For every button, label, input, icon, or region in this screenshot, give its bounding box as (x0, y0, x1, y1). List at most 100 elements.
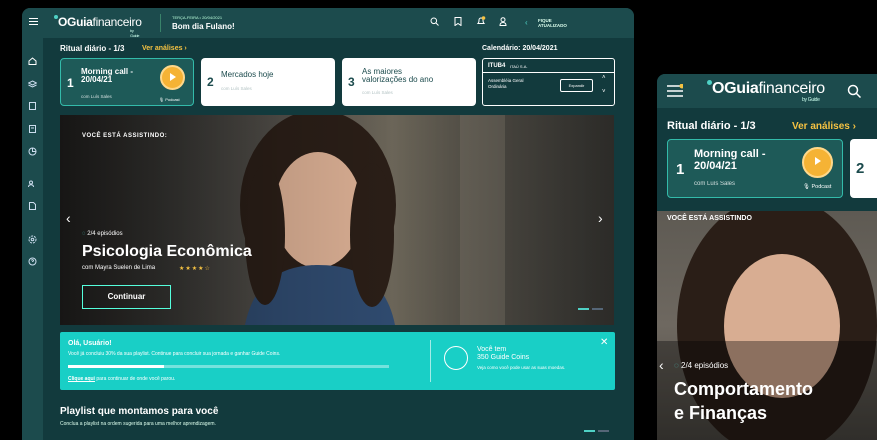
people-icon[interactable] (28, 180, 37, 188)
card-author: com Luís Sales (694, 181, 736, 187)
mobile-ver-analises-link[interactable]: Ver análises › (792, 121, 856, 132)
logo-guia: Guia (67, 15, 93, 29)
card-author: com Luís Sales (221, 86, 252, 91)
card-title: Mercados hoje (221, 70, 274, 79)
playlist-carousel-indicator (584, 430, 609, 432)
menu-icon[interactable] (667, 84, 683, 98)
continue-link[interactable]: Clique aqui para continuar de onde você … (68, 376, 175, 382)
episode-count: ◌ 2/4 episódios (82, 231, 123, 237)
book-icon[interactable] (29, 125, 36, 133)
card-title: As maiores valorizações do ano (362, 67, 434, 85)
logo-guia: Guia (724, 80, 759, 97)
podcast-tag: 🎙 Podcast (803, 184, 831, 190)
progress-fill (68, 365, 165, 368)
playlist-subheading: Conclua a playlist na ordem sugerida par… (60, 421, 216, 427)
podcast-label: Podcast (811, 184, 832, 190)
chevron-left-icon[interactable]: ‹ (659, 357, 664, 373)
help-icon[interactable] (28, 257, 37, 266)
home-icon[interactable] (28, 57, 37, 65)
chevron-down-icon[interactable]: ˅ (602, 89, 606, 95)
promo-divider (430, 340, 431, 382)
card-author: com Luís Sales (362, 90, 393, 95)
coins-line-2: 350 Guide Coins (477, 354, 530, 361)
stock-event-card: ITUB4 ITAÚ S.A. Assembléia Geral Ordinár… (482, 58, 615, 106)
stock-event-line-2: Ordinária (488, 84, 507, 89)
greeting: Bom dia Fulano! (172, 22, 235, 31)
top-bar: OGuiafinanceiro by Guide TERÇA-FEIRA • 2… (22, 8, 634, 38)
fique-atualizado-button[interactable]: FIQUE ATUALIZADO (538, 18, 567, 28)
header-date: TERÇA-FEIRA • 20/04/2021 (172, 15, 223, 20)
mobile-ritual-card-2[interactable]: 2 (850, 139, 877, 198)
coins-count: Você tem 350 Guide Coins (477, 346, 529, 362)
close-icon[interactable]: ✕ (600, 337, 608, 348)
chevron-left-icon[interactable]: ‹ (66, 210, 71, 226)
card-title-line-2: 20/04/21 (81, 75, 113, 85)
ritual-title: Ritual diário - 1/3 (60, 44, 125, 53)
carousel-indicator (578, 308, 603, 310)
podcast-label: Podcast (165, 97, 180, 102)
menu-icon[interactable] (29, 17, 38, 26)
mobile-hero-video[interactable]: VOCÊ ESTÁ ASSISTINDO ‹ ◌ 2/4 episódios C… (657, 211, 877, 440)
card-number: 2 (856, 160, 865, 177)
user-icon[interactable] (499, 17, 507, 26)
card-title: Morning call - 20/04/21 (81, 67, 133, 85)
coins-text: Veja como você pode usar as suas moedas. (477, 365, 566, 370)
clique-aqui-link[interactable]: Clique aqui (68, 376, 95, 382)
card-number: 2 (207, 75, 214, 89)
progress-ring-icon: ◌ (674, 361, 679, 370)
bookmark-icon[interactable] (454, 17, 462, 26)
chevron-left-icon[interactable]: ‹ (525, 18, 528, 27)
card-title-line-2: valorizações do ano (362, 75, 434, 85)
search-icon[interactable] (430, 17, 439, 26)
playlist-progress-banner: Olá, Usuário! Você já concluiu 30% da su… (60, 332, 615, 390)
mobile-top-bar: OGuiafinanceiro by Guide (657, 74, 877, 108)
video-title: Comportamento e Finanças (674, 377, 813, 425)
stock-company: ITAÚ S.A. (510, 64, 528, 69)
layers-icon[interactable] (28, 80, 37, 88)
file-icon[interactable] (29, 202, 36, 210)
chevron-right-icon[interactable]: › (598, 210, 603, 226)
logo[interactable]: OGuiafinanceiro by Guide (54, 15, 142, 38)
card-number: 1 (676, 161, 685, 178)
card-number: 1 (67, 76, 74, 90)
video-title-line-2: e Finanças (674, 403, 768, 423)
ver-analises-link[interactable]: Ver análises › (142, 45, 187, 52)
chart-pie-icon[interactable] (28, 147, 37, 156)
microphone-icon: 🎙 (159, 97, 165, 102)
watching-label: VOCÊ ESTÁ ASSISTINDO: (82, 133, 168, 139)
logo-financeiro: financeiro (92, 15, 142, 29)
play-button[interactable] (802, 147, 833, 178)
mobile-logo[interactable]: OGuiafinanceiro by Guide (707, 80, 825, 103)
continuar-button[interactable]: Continuar (82, 285, 171, 309)
coins-line-1: Você tem (477, 346, 507, 353)
expandir-button[interactable]: Expandir (560, 79, 593, 92)
hero-video-player[interactable]: VOCÊ ESTÁ ASSISTINDO: ◌ 2/4 episódios Ps… (60, 115, 614, 325)
video-title: Psicologia Econômica (82, 243, 252, 260)
video-author: com Mayra Suelen de Lima (82, 265, 156, 271)
notification-bell-icon[interactable] (476, 16, 486, 26)
logo-by: by Guide (130, 28, 140, 38)
playlist-progress-bar (68, 365, 389, 368)
card-title-line-1: Morning call - (694, 148, 766, 160)
coin-icon (444, 346, 468, 370)
watching-label: VOCÊ ESTÁ ASSISTINDO (667, 215, 752, 222)
ritual-card-1[interactable]: 1 Morning call - 20/04/21 com Luís Sales… (60, 58, 194, 106)
ritual-card-2[interactable]: 2 Mercados hoje com Luís Sales (201, 58, 335, 106)
stock-event: Assembléia Geral Ordinária (488, 78, 524, 90)
sidebar (22, 38, 43, 440)
mobile-ritual-title: Ritual diário - 1/3 (667, 120, 756, 132)
logo-o: O (58, 15, 68, 29)
play-button[interactable] (160, 65, 185, 90)
podcast-tag: 🎙 Podcast (159, 97, 180, 102)
episode-count-text: 2/4 episódios (87, 231, 123, 237)
stock-divider (483, 72, 614, 73)
chevron-up-icon[interactable]: ˄ (602, 75, 606, 81)
document-icon[interactable] (29, 102, 36, 110)
mobile-ritual-card-1[interactable]: 1 Morning call - 20/04/21 com Luís Sales… (667, 139, 843, 198)
mobile-frame: OGuiafinanceiro by Guide Ritual diário -… (657, 74, 877, 440)
progress-ring-icon: ◌ (82, 231, 86, 237)
ritual-card-3[interactable]: 3 As maiores valorizações do ano com Luí… (342, 58, 476, 106)
gear-icon[interactable] (28, 235, 37, 244)
search-icon[interactable] (847, 84, 861, 98)
video-title-line-1: Comportamento (674, 379, 813, 399)
